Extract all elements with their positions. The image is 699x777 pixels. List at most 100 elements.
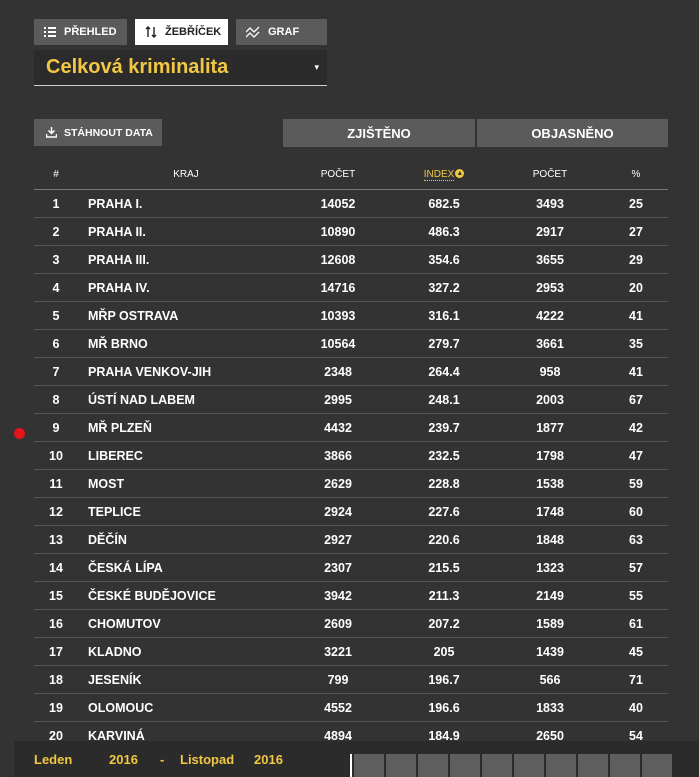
row-percent: 54: [593, 721, 668, 740]
row-count: 3221: [295, 637, 381, 666]
column-header-count[interactable]: POČET: [295, 160, 381, 190]
segment-detected[interactable]: ZJIŠTĚNO: [283, 119, 475, 147]
month-bar[interactable]: [450, 754, 480, 777]
row-percent: 47: [593, 441, 668, 470]
month-bar[interactable]: [578, 754, 608, 777]
row-percent: 59: [593, 469, 668, 498]
row-count: 3942: [295, 581, 381, 610]
period-from-year[interactable]: 2016: [109, 752, 138, 767]
row-percent: 41: [593, 301, 668, 330]
table-body: 1 PRAHA I. 14052 682.5 3493 25 2 PRAHA II. 10890…: [34, 189, 668, 740]
table-row[interactable]: 4 PRAHA IV. 14716 327.2 2953 20: [34, 273, 668, 302]
period-to-month[interactable]: Listopad: [180, 752, 234, 767]
table-row[interactable]: 11 MOST 2629 228.8 1538 59: [34, 469, 668, 498]
row-region: KLADNO: [78, 637, 295, 666]
table-row[interactable]: 15 ČESKÉ BUDĚJOVICE 3942 211.3 2149 55: [34, 581, 668, 610]
tab-overview[interactable]: PŘEHLED: [34, 19, 127, 45]
row-region: ČESKÉ BUDĚJOVICE: [78, 581, 295, 610]
row-rank: 13: [34, 525, 78, 554]
month-bar[interactable]: [514, 754, 544, 777]
download-data-button[interactable]: STÁHNOUT DATA: [34, 119, 162, 146]
row-region: ČESKÁ LÍPA: [78, 553, 295, 582]
ranking-table: # KRAJ POČET INDEX ▲ POČET % 1 PRAHA I. 140…: [34, 160, 668, 740]
index-label: INDEX: [423, 169, 455, 181]
row-rank: 19: [34, 693, 78, 722]
row-index: 327.2: [381, 273, 507, 302]
row-solved-count: 958: [507, 357, 593, 386]
table-row[interactable]: 7 PRAHA VENKOV-JIH 2348 264.4 958 41: [34, 357, 668, 386]
download-data-label: STÁHNOUT DATA: [64, 126, 153, 139]
month-bar[interactable]: [418, 754, 448, 777]
row-solved-count: 3661: [507, 329, 593, 358]
row-index: 316.1: [381, 301, 507, 330]
tab-ranking[interactable]: ŽEBŘÍČEK: [135, 19, 228, 45]
row-region: KARVINÁ: [78, 721, 295, 740]
row-percent: 27: [593, 217, 668, 246]
row-index: 232.5: [381, 441, 507, 470]
row-index: 486.3: [381, 217, 507, 246]
table-row[interactable]: 5 MŘP OSTRAVA 10393 316.1 4222 41: [34, 301, 668, 330]
row-solved-count: 2953: [507, 273, 593, 302]
segment-solved[interactable]: OBJASNĚNO: [477, 119, 668, 147]
month-bar[interactable]: [354, 754, 384, 777]
table-row[interactable]: 12 TEPLICE 2924 227.6 1748 60: [34, 497, 668, 526]
column-header-percent[interactable]: %: [593, 160, 668, 190]
row-percent: 60: [593, 497, 668, 526]
row-region: MŘ PLZEŇ: [78, 413, 295, 442]
period-to-year[interactable]: 2016: [254, 752, 283, 767]
row-rank: 15: [34, 581, 78, 610]
timeline-handle[interactable]: [350, 754, 352, 777]
column-header-index[interactable]: INDEX ▲: [381, 160, 507, 190]
row-count: 2995: [295, 385, 381, 414]
column-header-solved-count[interactable]: POČET: [507, 160, 593, 190]
table-row[interactable]: 17 KLADNO 3221 205 1439 45: [34, 637, 668, 666]
table-row[interactable]: 2 PRAHA II. 10890 486.3 2917 27: [34, 217, 668, 246]
period-range[interactable]: Leden 2016 - Listopad 2016: [14, 741, 314, 777]
table-row[interactable]: 20 KARVINÁ 4894 184.9 2650 54: [34, 721, 668, 740]
table-row[interactable]: 14 ČESKÁ LÍPA 2307 215.5 1323 57: [34, 553, 668, 582]
table-row[interactable]: 8 ÚSTÍ NAD LABEM 2995 248.1 2003 67: [34, 385, 668, 414]
row-rank: 5: [34, 301, 78, 330]
row-count: 2348: [295, 357, 381, 386]
row-region: MOST: [78, 469, 295, 498]
row-index: 196.6: [381, 693, 507, 722]
crime-type-select[interactable]: Celková kriminalita ▾: [34, 50, 327, 86]
row-solved-count: 566: [507, 665, 593, 694]
row-count: 2924: [295, 497, 381, 526]
table-row[interactable]: 19 OLOMOUC 4552 196.6 1833 40: [34, 693, 668, 722]
row-count: 10890: [295, 217, 381, 246]
row-rank: 11: [34, 469, 78, 498]
table-row[interactable]: 16 CHOMUTOV 2609 207.2 1589 61: [34, 609, 668, 638]
month-bar[interactable]: [386, 754, 416, 777]
table-row[interactable]: 18 JESENÍK 799 196.7 566 71: [34, 665, 668, 694]
table-row[interactable]: 1 PRAHA I. 14052 682.5 3493 25: [34, 189, 668, 218]
column-header-region[interactable]: KRAJ: [78, 160, 295, 190]
period-from-month[interactable]: Leden: [34, 752, 72, 767]
row-region: MŘP OSTRAVA: [78, 301, 295, 330]
row-solved-count: 1589: [507, 609, 593, 638]
row-index: 239.7: [381, 413, 507, 442]
table-row[interactable]: 3 PRAHA III. 12608 354.6 3655 29: [34, 245, 668, 274]
row-percent: 55: [593, 581, 668, 610]
table-row[interactable]: 6 MŘ BRNO 10564 279.7 3661 35: [34, 329, 668, 358]
table-row[interactable]: 10 LIBEREC 3866 232.5 1798 47: [34, 441, 668, 470]
row-region: OLOMOUC: [78, 693, 295, 722]
month-bar[interactable]: [642, 754, 672, 777]
row-index: 264.4: [381, 357, 507, 386]
row-solved-count: 4222: [507, 301, 593, 330]
month-bar[interactable]: [546, 754, 576, 777]
column-header-rank[interactable]: #: [34, 160, 78, 190]
row-rank: 20: [34, 721, 78, 740]
row-count: 4894: [295, 721, 381, 740]
row-percent: 40: [593, 693, 668, 722]
row-index: 205: [381, 637, 507, 666]
tab-chart[interactable]: GRAF: [236, 19, 327, 45]
row-solved-count: 1323: [507, 553, 593, 582]
month-bar[interactable]: [482, 754, 512, 777]
row-rank: 1: [34, 189, 78, 218]
row-index: 248.1: [381, 385, 507, 414]
month-bar[interactable]: [610, 754, 640, 777]
row-region: CHOMUTOV: [78, 609, 295, 638]
table-row[interactable]: 13 DĚČÍN 2927 220.6 1848 63: [34, 525, 668, 554]
table-row[interactable]: 9 MŘ PLZEŇ 4432 239.7 1877 42: [34, 413, 668, 442]
